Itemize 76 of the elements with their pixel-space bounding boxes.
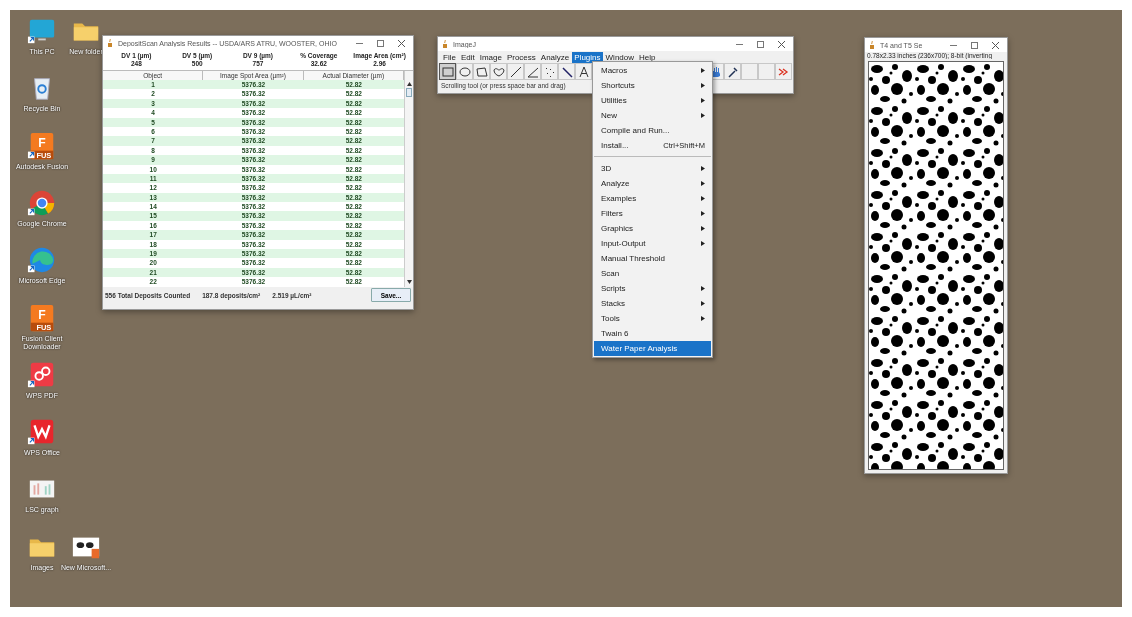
menu-item-label: Macros <box>601 66 628 75</box>
menu-item[interactable]: Image <box>477 51 504 63</box>
menu-item-label: Analyze <box>601 179 630 188</box>
menu-item[interactable]: Compile and Run... <box>594 123 711 138</box>
maximize-icon[interactable] <box>757 40 764 48</box>
menu-item[interactable]: Manual Threshold <box>594 251 711 266</box>
menu-item-label: Examples <box>601 194 637 203</box>
menu-item[interactable]: Stacks <box>594 296 711 311</box>
menu-item-label: Filters <box>601 209 623 218</box>
menu-item[interactable]: Examples <box>594 191 711 206</box>
menu-item[interactable]: Utilities <box>594 93 711 108</box>
menu-item[interactable]: Analyze <box>538 51 572 63</box>
menu-item-label: Compile and Run... <box>601 126 670 135</box>
close-icon[interactable] <box>778 40 785 48</box>
menu-item[interactable]: Shortcuts <box>594 78 711 93</box>
menu-item[interactable]: Twain 6 <box>594 326 711 341</box>
menu-item[interactable]: Input-Output <box>594 236 711 251</box>
menu-item-label: Water Paper Analysis <box>601 344 678 353</box>
menu-item[interactable]: Help <box>637 51 658 63</box>
scroll-down-icon[interactable] <box>406 279 412 284</box>
menu-item-label: 3D <box>601 164 612 173</box>
submenu-arrow-icon <box>701 301 705 306</box>
cup-icon <box>107 38 114 48</box>
submenu-arrow-icon <box>701 286 705 291</box>
menu-item[interactable]: Window <box>603 51 636 63</box>
menu-item-label: Scripts <box>601 284 626 293</box>
menu-item[interactable]: Filters <box>594 206 711 221</box>
wand-icon <box>559 64 574 79</box>
cup-icon <box>869 40 876 50</box>
rectangle-icon <box>440 64 455 79</box>
menu-item[interactable]: Tools <box>594 311 711 326</box>
submenu-arrow-icon <box>701 211 705 216</box>
menu-item[interactable]: New <box>594 108 711 123</box>
menu-item-label: Input-Output <box>601 239 646 248</box>
menu-item-label: Install... <box>601 141 629 150</box>
submenu-arrow-icon <box>701 83 705 88</box>
submenu-arrow-icon <box>701 166 705 171</box>
maximize-icon[interactable] <box>377 39 384 47</box>
submenu-arrow-icon <box>701 181 705 186</box>
submenu-arrow-icon <box>701 226 705 231</box>
close-icon[interactable] <box>992 41 999 49</box>
menu-item[interactable]: Scan <box>594 266 711 281</box>
submenu-arrow-icon <box>701 196 705 201</box>
menu-item[interactable]: Process <box>504 51 538 63</box>
polygon-icon <box>474 64 489 79</box>
line-icon <box>508 64 523 79</box>
submenu-arrow-icon <box>701 241 705 246</box>
menu-item[interactable]: Edit <box>458 51 477 63</box>
submenu-arrow-icon <box>701 113 705 118</box>
menu-item-label: Twain 6 <box>601 329 629 338</box>
menu-item[interactable]: Graphics <box>594 221 711 236</box>
oval-icon <box>457 64 472 79</box>
submenu-arrow-icon <box>701 98 705 103</box>
submenu-arrow-icon <box>701 316 705 321</box>
text-icon <box>576 64 591 79</box>
menu-item-label: Tools <box>601 314 620 323</box>
menu-item[interactable]: File <box>441 51 458 63</box>
menu-item[interactable]: Water Paper Analysis <box>594 341 711 356</box>
menu-item[interactable]: 3D <box>594 161 711 176</box>
menu-item[interactable]: Plugins <box>572 51 603 63</box>
menu-item[interactable]: Analyze <box>594 176 711 191</box>
menu-item[interactable]: Scripts <box>594 281 711 296</box>
scroll-up-icon[interactable] <box>406 82 412 86</box>
menu-item-label: Scan <box>601 269 620 278</box>
menu-item-label: New <box>601 111 617 120</box>
scroll-thumb[interactable] <box>406 88 412 97</box>
menu-item-label: Graphics <box>601 224 633 233</box>
menu-item-label: Utilities <box>601 96 627 105</box>
submenu-arrow-icon <box>701 68 705 73</box>
menu-item-label: Manual Threshold <box>601 254 665 263</box>
menu-item[interactable]: Macros <box>594 63 711 78</box>
maximize-icon[interactable] <box>971 41 978 49</box>
cup-icon <box>442 39 449 49</box>
close-icon[interactable] <box>398 39 405 47</box>
menu-item-label: Shortcuts <box>601 81 635 90</box>
menu-item-label: Stacks <box>601 299 625 308</box>
